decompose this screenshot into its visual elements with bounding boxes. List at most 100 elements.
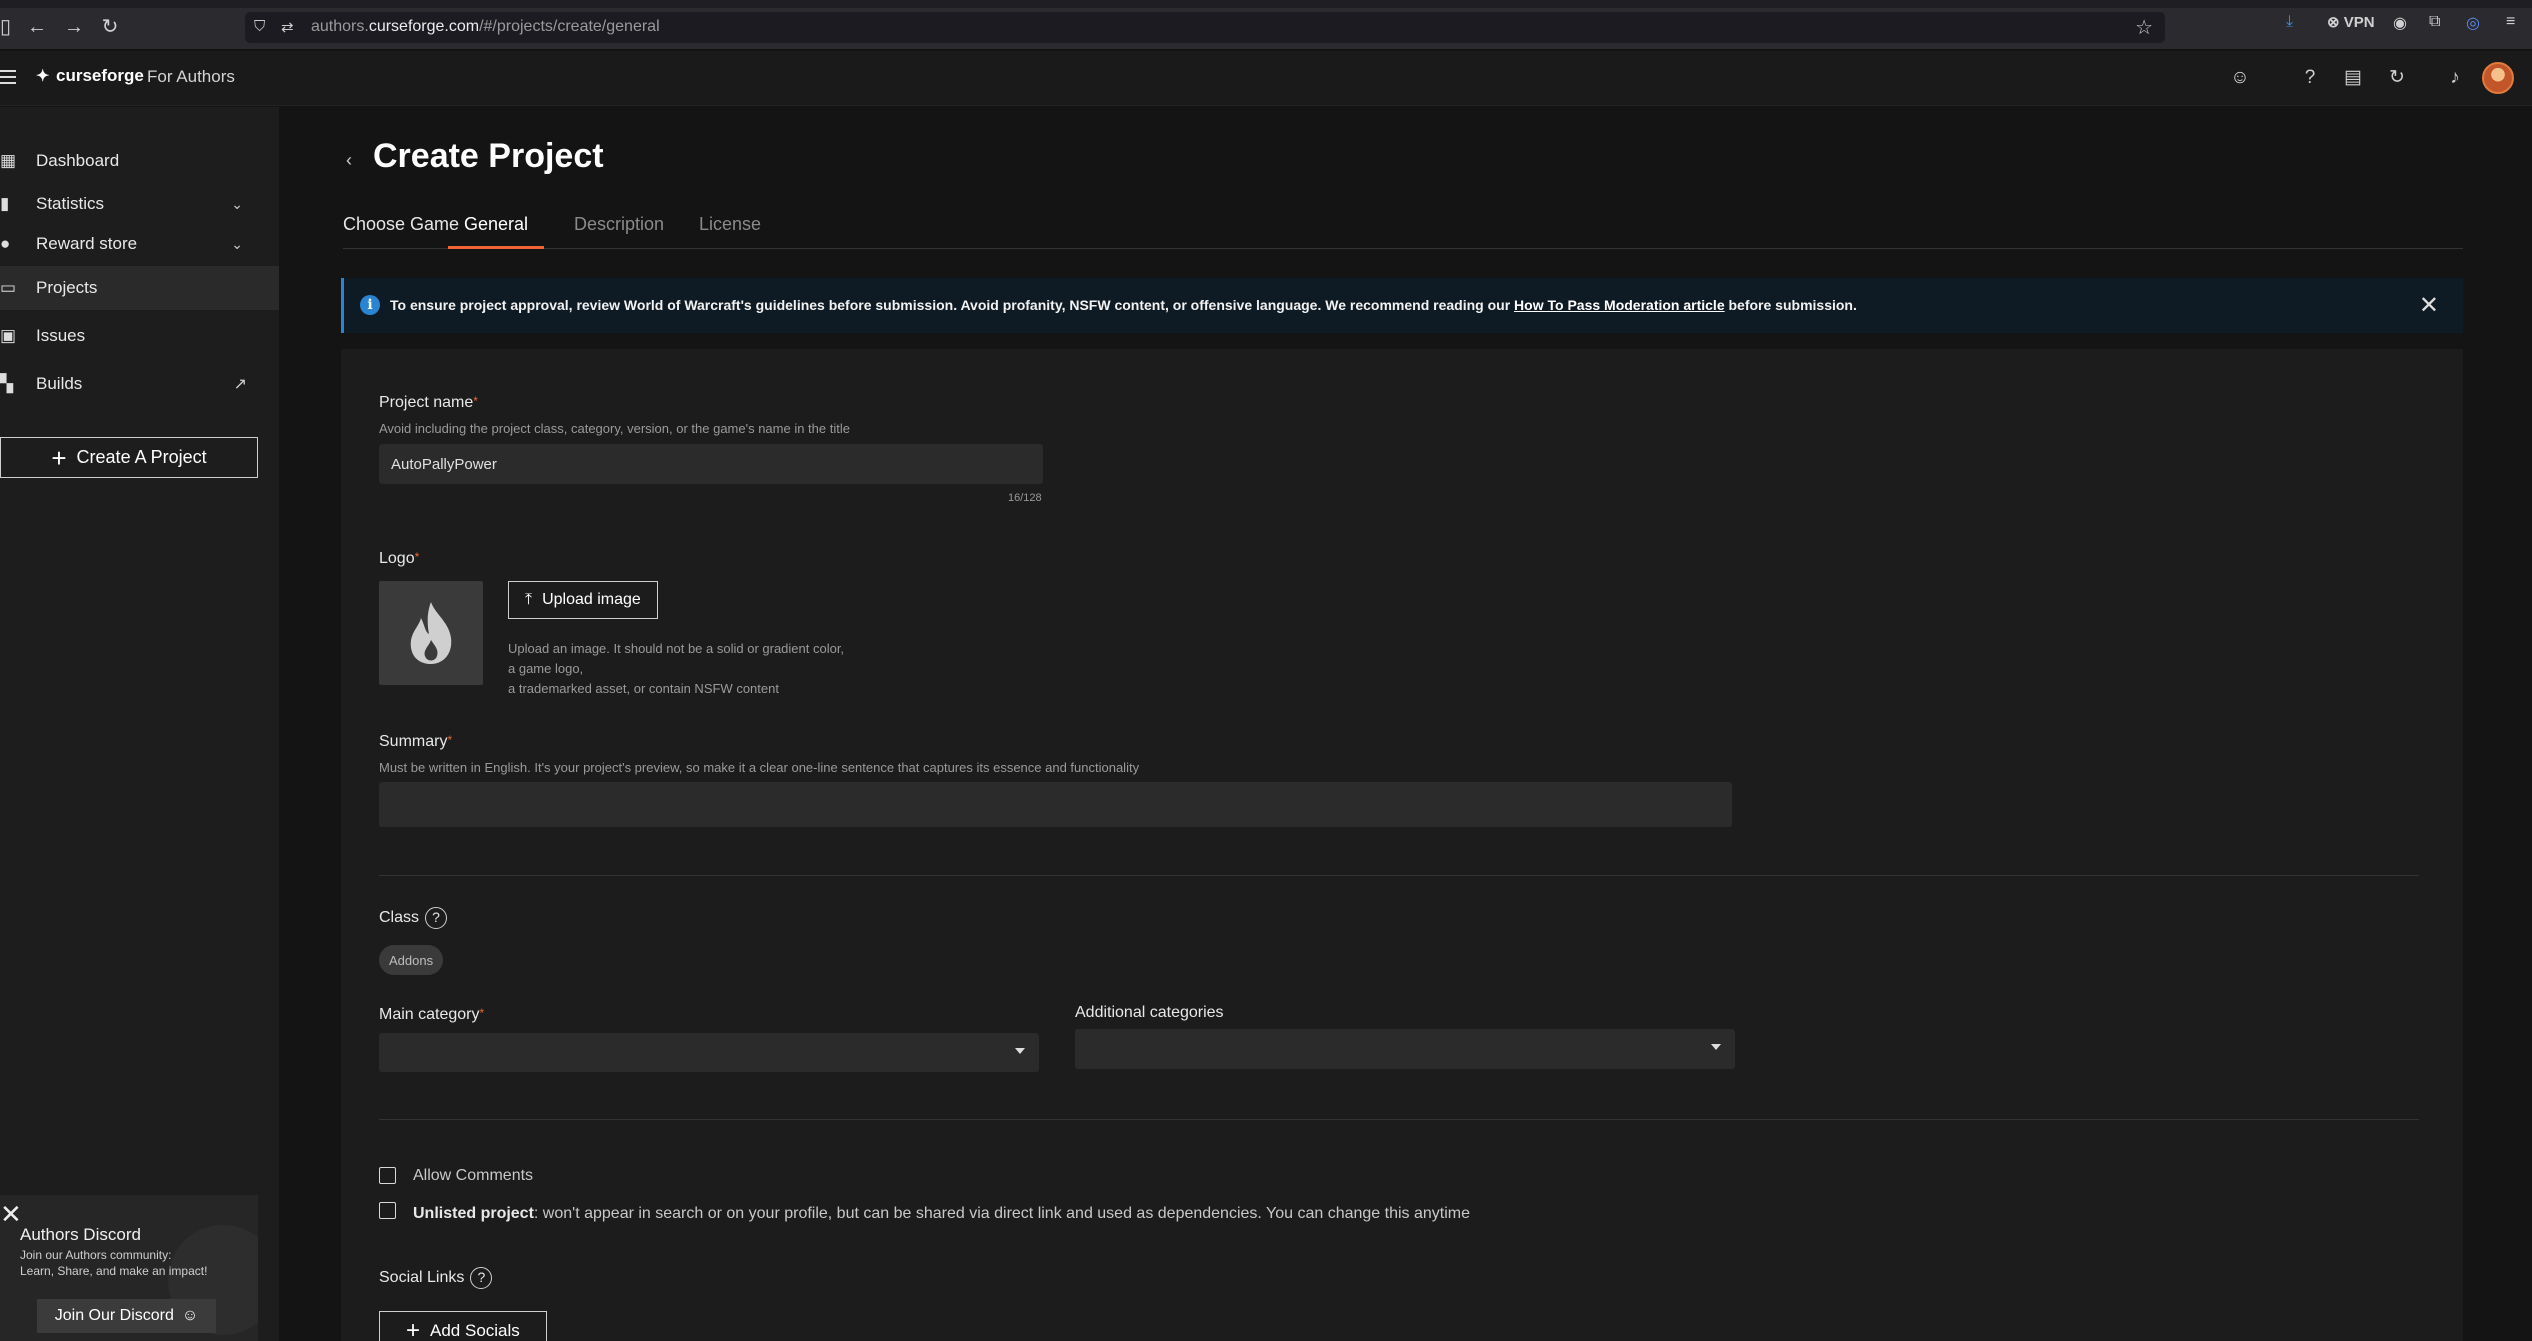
- sidebar: ▦ Dashboard ▮ Statistics ⌄ ● Reward stor…: [0, 107, 279, 1341]
- banner-message: To ensure project approval, review World…: [390, 297, 1857, 313]
- discord-icon[interactable]: ☺: [2226, 64, 2254, 92]
- project-name-counter: 16/128: [1008, 492, 1042, 504]
- sidebar-item-statistics[interactable]: ▮ Statistics ⌄: [0, 182, 279, 226]
- sidebar-item-reward-store[interactable]: ● Reward store ⌄: [0, 222, 279, 266]
- folder-icon: ▭: [0, 278, 17, 297]
- close-icon[interactable]: ✕: [2419, 291, 2439, 320]
- vpn-button[interactable]: ⊗ VPN: [2327, 13, 2375, 39]
- hamburger-icon[interactable]: [0, 70, 16, 84]
- permissions-icon[interactable]: ⇄: [281, 18, 294, 36]
- plus-icon: +: [406, 1317, 421, 1341]
- moderation-info-banner: i To ensure project approval, review Wor…: [341, 278, 2463, 333]
- builds-icon: ▚: [0, 374, 14, 393]
- summary-label: Summary*: [379, 733, 453, 750]
- additional-categories-label: Additional categories: [1075, 1004, 1224, 1021]
- chevron-left-icon[interactable]: ‹: [346, 150, 352, 171]
- browser-toolbar: ▯ ← → ↻ ⛉ ⇄ authors.curseforge.com/#/pro…: [0, 0, 2532, 50]
- class-label: Class?: [379, 907, 448, 929]
- sidebar-item-issues[interactable]: ▣ Issues: [0, 314, 279, 358]
- menu-icon[interactable]: ≡: [2506, 13, 2515, 39]
- logo-hint: Upload an image. It should not be a soli…: [508, 641, 845, 696]
- avatar[interactable]: [2482, 62, 2514, 94]
- sidebar-item-label: Statistics: [36, 194, 105, 213]
- unlisted-project-checkbox[interactable]: [379, 1202, 396, 1219]
- back-arrow-icon[interactable]: ←: [26, 16, 48, 38]
- chevron-down-icon: ⌄: [231, 235, 243, 252]
- reward-icon: ●: [0, 234, 11, 253]
- help-icon[interactable]: ?: [425, 907, 448, 929]
- moderation-article-link[interactable]: How To Pass Moderation article: [1514, 297, 1725, 313]
- caret-down-icon: [1711, 1044, 1721, 1050]
- sidebar-item-dashboard[interactable]: ▦ Dashboard: [0, 139, 279, 183]
- create-project-label: Create A Project: [76, 447, 207, 467]
- account-icon[interactable]: ◉: [2393, 13, 2407, 39]
- refresh-icon[interactable]: ↻: [2383, 64, 2411, 92]
- join-discord-button[interactable]: Join Our Discord ☺: [37, 1299, 216, 1333]
- divider: [379, 875, 2419, 876]
- additional-categories-select[interactable]: [1075, 1029, 1735, 1069]
- close-icon[interactable]: ✕: [0, 1199, 22, 1230]
- info-icon: i: [360, 295, 380, 315]
- flame-icon: [410, 602, 452, 664]
- download-icon[interactable]: ⤓: [2286, 13, 2293, 39]
- shield-icon[interactable]: ⛉: [254, 18, 270, 36]
- sidebar-item-label: Builds: [36, 374, 83, 393]
- discord-icon: ☺: [181, 1307, 199, 1324]
- password-manager-icon[interactable]: ◎: [2466, 13, 2480, 39]
- tab-description[interactable]: Description: [574, 214, 664, 249]
- extensions-icon[interactable]: ⧉: [2429, 13, 2440, 39]
- upload-icon: ⤒: [525, 591, 533, 608]
- discord-card-title: Authors Discord: [20, 1225, 141, 1244]
- authors-discord-card: ✕ Authors Discord Join our Authors commu…: [0, 1195, 258, 1341]
- plus-icon: +: [51, 442, 67, 473]
- address-bar[interactable]: ⛉ ⇄ authors.curseforge.com/#/projects/cr…: [245, 12, 2165, 43]
- sidebar-item-label: Issues: [36, 326, 86, 345]
- logo-preview: [379, 581, 483, 685]
- sidebar-item-label: Projects: [36, 278, 98, 297]
- general-form: Project name* Avoid including the projec…: [341, 349, 2463, 1341]
- app-header: ✦ curseforge For Authors ☺ ? ▤ ↻ ♪: [0, 51, 2532, 106]
- create-project-button[interactable]: + Create A Project: [0, 437, 258, 478]
- project-name-label: Project name*: [379, 394, 478, 411]
- logo-label: Logo*: [379, 550, 420, 567]
- tab-license[interactable]: License: [699, 214, 761, 249]
- help-icon[interactable]: ?: [470, 1267, 493, 1289]
- class-chip-addons: Addons: [379, 945, 444, 975]
- bell-icon[interactable]: ♪: [2441, 64, 2469, 92]
- external-link-icon: ↗: [233, 376, 247, 393]
- tab-choose-game[interactable]: Choose Game: [343, 214, 459, 249]
- summary-hint: Must be written in English. It's your pr…: [379, 760, 1140, 775]
- chat-icon[interactable]: ▤: [2339, 64, 2367, 92]
- upload-image-button[interactable]: ⤒ Upload image: [508, 581, 658, 619]
- chevron-down-icon: ⌄: [231, 195, 243, 212]
- sidebar-toggle-icon[interactable]: ▯: [0, 16, 11, 38]
- social-links-label: Social Links?: [379, 1267, 493, 1289]
- curseforge-logo[interactable]: ✦ curseforge: [36, 66, 144, 86]
- main-category-select[interactable]: [379, 1033, 1039, 1072]
- sidebar-item-projects[interactable]: ▭ Projects: [0, 266, 279, 310]
- main-content: ‹ Create Project Choose Game General Des…: [279, 107, 2532, 1341]
- page-title: Create Project: [373, 137, 604, 175]
- summary-input[interactable]: [379, 782, 1732, 827]
- tab-general[interactable]: General: [448, 214, 545, 249]
- allow-comments-checkbox[interactable]: [379, 1167, 396, 1184]
- issue-icon: ▣: [0, 326, 17, 345]
- main-category-label: Main category*: [379, 1006, 485, 1023]
- reload-icon[interactable]: ↻: [99, 16, 121, 38]
- forward-arrow-icon[interactable]: →: [63, 16, 85, 38]
- tab-strip: [0, 0, 2532, 8]
- sidebar-item-builds[interactable]: ▚ Builds ↗: [0, 362, 279, 406]
- bar-chart-icon: ▮: [0, 194, 10, 213]
- dashboard-icon: ▦: [0, 151, 17, 170]
- bookmark-star-icon[interactable]: ☆: [2135, 15, 2153, 40]
- anvil-icon: ✦: [36, 68, 50, 85]
- sidebar-item-label: Reward store: [36, 234, 138, 253]
- project-name-input[interactable]: AutoPallyPower: [379, 444, 1043, 484]
- sidebar-item-label: Dashboard: [36, 151, 120, 170]
- add-socials-button[interactable]: + Add Socials: [379, 1311, 547, 1341]
- help-icon[interactable]: ?: [2296, 64, 2324, 92]
- divider: [379, 1119, 2419, 1120]
- url-text[interactable]: authors.curseforge.com/#/projects/create…: [311, 18, 660, 36]
- wizard-tabs: Choose Game General Description License: [343, 204, 2463, 249]
- caret-down-icon: [1015, 1048, 1025, 1054]
